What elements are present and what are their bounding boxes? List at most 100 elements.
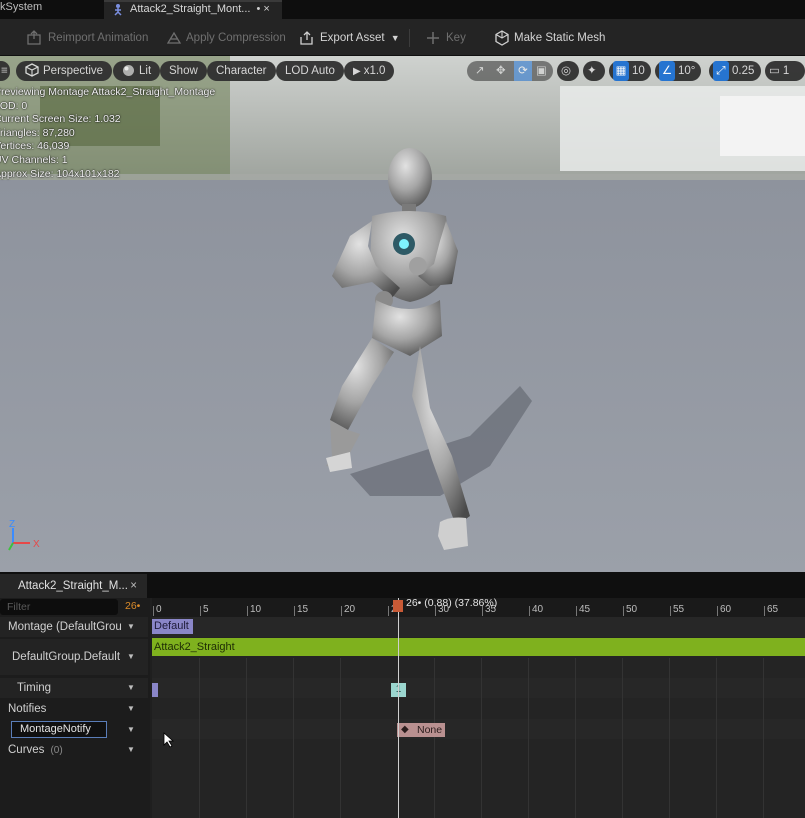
notify-diamond-icon: ◆ bbox=[401, 724, 409, 735]
reimport-icon bbox=[27, 30, 41, 45]
playhead-line[interactable] bbox=[398, 598, 399, 818]
perspective-button[interactable]: Perspective bbox=[16, 61, 113, 81]
curves-label: Curves bbox=[8, 744, 45, 756]
current-frame-indicator: 26• bbox=[125, 600, 141, 612]
stats-line-vertices: Vertices: 46,039 bbox=[0, 140, 70, 153]
mouse-cursor-icon bbox=[163, 732, 175, 748]
ruler-tick bbox=[341, 606, 342, 616]
close-tab-icon[interactable]: × bbox=[263, 3, 269, 15]
key-button[interactable]: Key bbox=[424, 27, 466, 49]
montage-track-label[interactable]: Montage (DefaultGrou bbox=[8, 617, 122, 637]
scale-icon[interactable]: ▣ bbox=[536, 61, 547, 81]
world-local-toggle[interactable]: ◎ bbox=[557, 61, 579, 81]
montage-section-track[interactable] bbox=[152, 617, 805, 637]
montage-timeline: Filter 26• Montage (DefaultGrou ▼ Defaul… bbox=[0, 598, 805, 818]
grid-snap-button[interactable]: ▦ 10 bbox=[609, 61, 651, 81]
stats-line-screen-size: Current Screen Size: 1.032 bbox=[0, 113, 121, 126]
tab-label: Attack2_Straight_Mont... bbox=[130, 3, 251, 15]
montage-section-default[interactable]: Default bbox=[152, 619, 193, 634]
grid-line bbox=[716, 658, 717, 818]
rotation-snap-button[interactable]: ∠ 10° bbox=[655, 61, 701, 81]
track-outliner: Filter 26• Montage (DefaultGrou ▼ Defaul… bbox=[0, 598, 150, 818]
show-button[interactable]: Show bbox=[160, 61, 207, 81]
preview-viewport[interactable]: Z X ≡ Perspective Lit Show Character LOD… bbox=[0, 56, 805, 572]
ruler-tick bbox=[294, 606, 295, 616]
timeline-tab-label: Attack2_Straight_M... bbox=[18, 580, 128, 592]
stats-line-triangles: Triangles: 87,280 bbox=[0, 126, 75, 139]
compression-icon bbox=[166, 31, 182, 44]
ruler-tick bbox=[153, 606, 154, 616]
viewport-toolbar: ≡ Perspective Lit Show Character LOD Aut… bbox=[0, 61, 805, 83]
character-button[interactable]: Character bbox=[207, 61, 276, 81]
surface-snap-icon: ✦ bbox=[587, 65, 597, 77]
viewport-options-button[interactable]: ≡ bbox=[0, 61, 10, 81]
curves-track-label[interactable]: Curves (0) bbox=[8, 740, 63, 760]
close-icon[interactable]: × bbox=[130, 574, 137, 598]
timing-section-start-marker[interactable] bbox=[152, 683, 158, 697]
tab-ksystem[interactable]: kSystem bbox=[0, 0, 100, 19]
playhead-handle[interactable] bbox=[393, 600, 403, 612]
timing-track-label[interactable]: Timing bbox=[17, 678, 51, 698]
tab-attack2-montage[interactable]: Attack2_Straight_Mont... • × bbox=[104, 0, 282, 19]
globe-icon: ◎ bbox=[561, 65, 572, 77]
montage-notify-track-name[interactable]: MontageNotify bbox=[11, 721, 107, 738]
viewport-stats-overlay: Previewing Montage Attack2_Straight_Mont… bbox=[0, 86, 215, 181]
tab-label: kSystem bbox=[0, 1, 43, 13]
notify-event[interactable]: ◆ None bbox=[397, 723, 446, 737]
unsaved-indicator: • bbox=[256, 3, 261, 15]
curves-count: (0) bbox=[50, 745, 63, 756]
chevron-down-icon[interactable]: ▼ bbox=[127, 683, 135, 692]
scale-snap-button[interactable]: ⤢ 0.25 bbox=[709, 61, 761, 81]
lod-label: LOD Auto bbox=[285, 65, 335, 77]
filter-input[interactable]: Filter bbox=[0, 599, 118, 615]
chevron-down-icon[interactable]: ▼ bbox=[127, 704, 135, 713]
playhead-time-label: 26• (0.88) (37.86%) bbox=[406, 598, 498, 609]
chevron-down-icon[interactable]: ▼ bbox=[127, 725, 135, 734]
track-area[interactable]: 0 5 10 15 20 25 30 35 40 45 50 55 60 65 bbox=[152, 598, 805, 818]
timeline-tab[interactable]: Attack2_Straight_M... × bbox=[0, 574, 147, 598]
lod-button[interactable]: LOD Auto bbox=[276, 61, 344, 81]
static-mesh-icon bbox=[495, 30, 509, 46]
grid-line bbox=[293, 658, 294, 818]
cube-icon bbox=[25, 63, 39, 77]
transform-tools-group: ↗ ✥ ⟳ ▣ bbox=[467, 61, 553, 81]
chevron-down-icon[interactable]: ▼ bbox=[127, 652, 135, 661]
axis-x-label: X bbox=[33, 539, 40, 550]
make-static-mesh-button[interactable]: Make Static Mesh bbox=[493, 27, 605, 49]
show-label: Show bbox=[169, 65, 198, 77]
scale-snap-value: 0.25 bbox=[732, 65, 755, 77]
hamburger-icon: ≡ bbox=[1, 65, 8, 77]
move-icon[interactable]: ✥ bbox=[496, 61, 506, 81]
play-speed-label: x1.0 bbox=[363, 65, 386, 77]
grid-line bbox=[669, 658, 670, 818]
scale-snap-icon: ⤢ bbox=[713, 61, 729, 81]
export-asset-button[interactable]: Export Asset ▼ bbox=[298, 27, 400, 49]
playback-speed-button[interactable]: ▶ x1.0 bbox=[344, 61, 395, 81]
ruler-tick bbox=[388, 606, 389, 616]
chevron-down-icon: ▼ bbox=[390, 33, 400, 43]
grid-line bbox=[199, 658, 200, 818]
reimport-animation-button[interactable]: Reimport Animation bbox=[26, 27, 148, 49]
select-icon[interactable]: ↗ bbox=[475, 61, 485, 81]
character-label: Character bbox=[216, 65, 267, 77]
slot-track-label[interactable]: DefaultGroup.Default bbox=[12, 647, 120, 667]
timing-track[interactable] bbox=[152, 678, 805, 698]
lit-sphere-icon bbox=[123, 65, 134, 76]
ruler-tick bbox=[247, 606, 248, 616]
apply-compression-button[interactable]: Apply Compression bbox=[165, 27, 286, 49]
lit-mode-button[interactable]: Lit bbox=[113, 61, 161, 81]
chevron-down-icon[interactable]: ▼ bbox=[127, 745, 135, 754]
grid-snap-icon: ▦ bbox=[613, 61, 629, 81]
chevron-down-icon[interactable]: ▼ bbox=[127, 622, 135, 631]
surface-snap-button[interactable]: ✦ bbox=[583, 61, 605, 81]
camera-speed-button[interactable]: ▭ 1 bbox=[765, 61, 805, 81]
ruler-tick-label: 15 bbox=[297, 604, 309, 615]
grid-snap-value: 10 bbox=[632, 65, 645, 77]
slot-animation-segment[interactable]: Attack2_Straight bbox=[152, 638, 805, 656]
notifies-track-label[interactable]: Notifies bbox=[8, 699, 46, 719]
ruler-tick-label: 50 bbox=[626, 604, 638, 615]
grid-line bbox=[575, 658, 576, 818]
ruler-tick-label: 65 bbox=[767, 604, 779, 615]
notify-track[interactable] bbox=[152, 719, 805, 739]
rotate-icon[interactable]: ⟳ bbox=[514, 61, 532, 81]
